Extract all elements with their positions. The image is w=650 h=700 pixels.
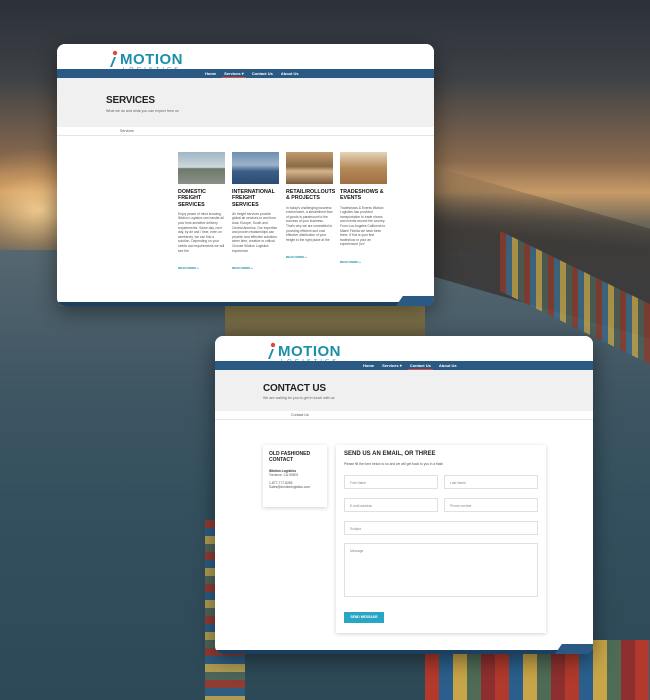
service-description: Tradeshows & Events iMotion Logistics ha…: [340, 205, 386, 247]
read-more-link[interactable]: READ MORE »: [232, 266, 253, 270]
logo-wordmark: MOTION: [120, 51, 183, 68]
contact-form-card: SEND US AN EMAIL, OR THREE Please fill t…: [336, 445, 546, 633]
main-navbar: Home Services ▾ Contact Us About Us: [215, 361, 593, 373]
service-description: Air freight services provide global air …: [232, 211, 278, 253]
service-description: Enjoy peace of mind knowing iMotion Logi…: [178, 211, 225, 253]
company-email[interactable]: Sales@imotionlogistics.com: [269, 485, 321, 489]
nav-contact-us[interactable]: Contact Us: [406, 361, 435, 370]
logo-i-icon: [110, 50, 118, 67]
site-header: MOTION LOGISTICS Home Services ▾ Contact…: [57, 44, 434, 81]
page-title: CONTACT US: [263, 383, 326, 394]
page-hero: CONTACT US We are waiting for you to get…: [215, 370, 593, 411]
read-more-link[interactable]: READ MORE »: [340, 260, 361, 264]
service-card: DOMESTIC FREIGHT SERVICES Enjoy peace of…: [178, 152, 225, 274]
footer-tab: [396, 296, 434, 306]
contact-info-card: OLD FASHIONED CONTACT iMotion Logistics …: [263, 445, 327, 507]
nav-services-label: Services: [382, 363, 399, 368]
nav-home[interactable]: Home: [359, 361, 378, 370]
breadcrumb: Services: [57, 127, 434, 136]
read-more-link[interactable]: READ MORE »: [178, 266, 199, 270]
contact-form-heading: SEND US AN EMAIL, OR THREE: [344, 451, 436, 457]
nav-services-label: Services: [224, 71, 241, 76]
logo-wordmark: MOTION: [278, 343, 341, 360]
service-image-pallets[interactable]: [286, 152, 333, 184]
contact-page-screenshot: MOTION LOGISTICS Home Services ▾ Contact…: [215, 336, 593, 654]
site-header: MOTION LOGISTICS Home Services ▾ Contact…: [215, 336, 593, 373]
service-image-port[interactable]: [232, 152, 279, 184]
gantry-crane: [225, 300, 425, 340]
service-image-cartons[interactable]: [340, 152, 387, 184]
services-page-screenshot: MOTION LOGISTICS Home Services ▾ Contact…: [57, 44, 434, 306]
page-subtitle: We are waiting for you to get in touch w…: [263, 396, 335, 400]
nav-services[interactable]: Services ▾: [220, 69, 248, 78]
nav-menu: Home Services ▾ Contact Us About Us: [359, 361, 461, 370]
service-title[interactable]: DOMESTIC FREIGHT SERVICES: [178, 189, 225, 208]
nav-about-us[interactable]: About Us: [277, 69, 303, 78]
nav-services[interactable]: Services ▾: [378, 361, 406, 370]
message-textarea[interactable]: Message: [344, 543, 538, 597]
logo-i-icon: [268, 342, 276, 359]
services-grid: DOMESTIC FREIGHT SERVICES Enjoy peace of…: [178, 152, 387, 274]
send-message-button[interactable]: SEND MESSAGE: [344, 612, 384, 623]
subject-field[interactable]: Subject: [344, 521, 538, 535]
first-name-field[interactable]: First Name: [344, 475, 438, 489]
service-image-warehouse[interactable]: [178, 152, 225, 184]
email-field[interactable]: E-mail address: [344, 498, 438, 512]
nav-about-us[interactable]: About Us: [435, 361, 461, 370]
contact-form-intro: Please fill the form below to us and we …: [344, 462, 444, 466]
nav-home[interactable]: Home: [201, 69, 220, 78]
page-hero: SERVICES What we do and what you can exp…: [57, 78, 434, 127]
footer-tab: [555, 644, 593, 654]
service-card: INTERNATIONAL FREIGHT SERVICES Air freig…: [232, 152, 279, 274]
page-subtitle: What we do and what you can expect from …: [106, 109, 179, 113]
site-footer-bar: [57, 296, 434, 306]
main-navbar: Home Services ▾ Contact Us About Us: [57, 69, 434, 81]
service-title[interactable]: RETAIL/ROLLOUTS & PROJECTS: [286, 189, 335, 202]
service-card: TRADESHOWS & EVENTS Tradeshows & Events …: [340, 152, 387, 274]
last-name-field[interactable]: Last Name: [444, 475, 538, 489]
read-more-link[interactable]: READ MORE »: [286, 255, 307, 259]
phone-field[interactable]: Phone number: [444, 498, 538, 512]
chevron-down-icon: ▾: [241, 71, 244, 76]
breadcrumb: Contact Us: [215, 411, 593, 420]
service-title[interactable]: INTERNATIONAL FREIGHT SERVICES: [232, 189, 279, 208]
page-title: SERVICES: [106, 95, 155, 106]
site-footer-bar: [215, 644, 593, 654]
chevron-down-icon: ▾: [399, 363, 402, 368]
breadcrumb-current[interactable]: Contact Us: [291, 413, 309, 417]
contact-info-heading: OLD FASHIONED CONTACT: [269, 451, 311, 463]
service-description: In today's challenging business environm…: [286, 205, 333, 242]
service-title[interactable]: TRADESHOWS & EVENTS: [340, 189, 387, 202]
nav-contact-us[interactable]: Contact Us: [248, 69, 277, 78]
nav-menu: Home Services ▾ Contact Us About Us: [201, 69, 303, 78]
breadcrumb-current[interactable]: Services: [120, 129, 134, 133]
service-card: RETAIL/ROLLOUTS & PROJECTS In today's ch…: [286, 152, 335, 274]
